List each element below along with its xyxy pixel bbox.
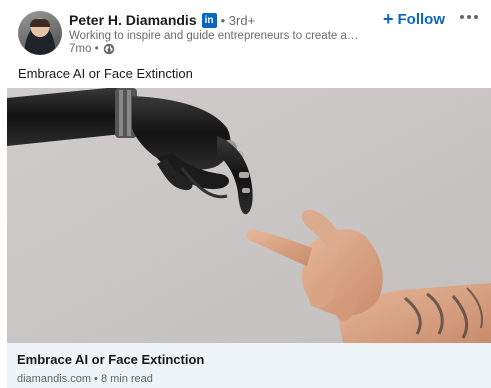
- author-avatar[interactable]: [18, 11, 62, 55]
- plus-icon: +: [383, 9, 394, 29]
- more-options-button[interactable]: [457, 6, 481, 28]
- follow-label: Follow: [397, 10, 446, 28]
- post-time: 7mo •: [69, 43, 99, 55]
- article-card[interactable]: Embrace AI or Face Extinction diamandis.…: [7, 88, 491, 388]
- post-meta: 7mo •: [69, 43, 115, 55]
- post-header: Peter H. Diamandis in • 3rd+ Working to …: [0, 0, 491, 60]
- article-title[interactable]: Embrace AI or Face Extinction: [17, 352, 204, 367]
- article-image[interactable]: [7, 88, 491, 343]
- connection-degree: • 3rd+: [220, 12, 256, 28]
- linkedin-premium-icon: in: [201, 12, 217, 28]
- more-options-icon: [460, 15, 464, 19]
- article-footer[interactable]: Embrace AI or Face Extinction diamandis.…: [7, 343, 491, 388]
- post-commentary: Embrace AI or Face Extinction: [18, 66, 193, 81]
- author-name[interactable]: Peter H. Diamandis: [69, 12, 197, 28]
- globe-icon: [103, 43, 114, 55]
- follow-button[interactable]: + Follow: [383, 8, 445, 30]
- author-name-row: Peter H. Diamandis in • 3rd+: [69, 11, 255, 29]
- robot-hand-and-human-hand-photo: [7, 88, 491, 343]
- article-meta: diamandis.com • 8 min read: [17, 373, 153, 385]
- author-headline: Working to inspire and guide entrepreneu…: [69, 30, 359, 42]
